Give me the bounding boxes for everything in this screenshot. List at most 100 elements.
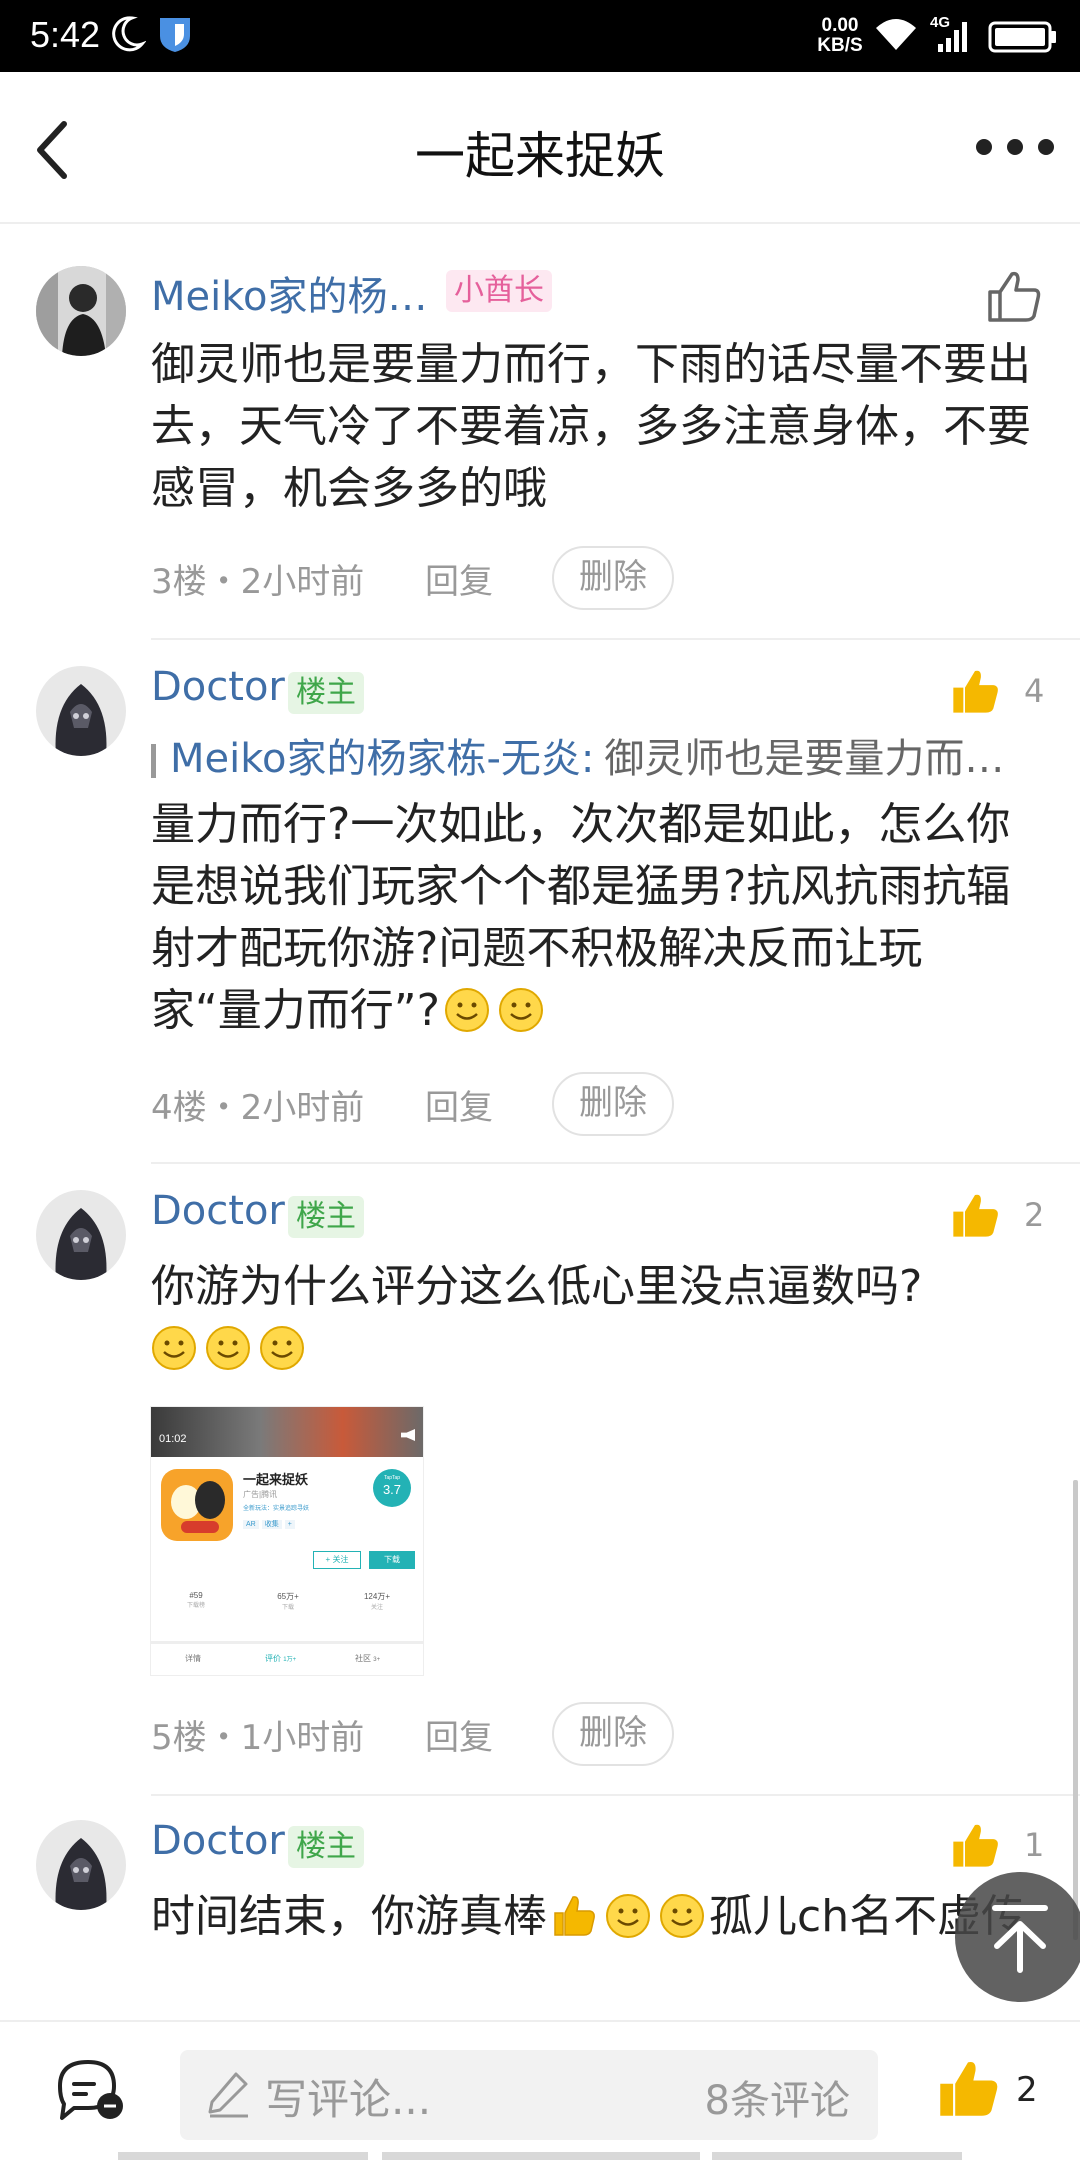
mute-icon (401, 1429, 415, 1441)
app-publisher: 广告|腾讯 (243, 1490, 278, 1499)
app-icon (161, 1469, 233, 1541)
reply-button[interactable]: 回复 (425, 1710, 493, 1759)
comment-body: 量力而行?一次如此，次次都是如此，怎么你是想说我们玩家个个都是猛男?抗风抗雨抗辐… (151, 794, 1031, 1042)
comment-body-text: 你游为什么评分这么低心里没点逼数吗? (151, 1261, 923, 1312)
arrow-up-icon (992, 1905, 1048, 1973)
avatar-image (36, 266, 126, 356)
avatar-image (36, 666, 126, 756)
smile-emoji-icon (152, 1326, 196, 1370)
comment-body-text: 时间结束，你游真棒 (151, 1891, 547, 1942)
thumbs-up-filled-icon (953, 1824, 998, 1867)
delete-button[interactable]: 删除 (552, 546, 674, 610)
thumbs-up-filled-icon (953, 1194, 998, 1237)
stat-label: 下载榜 (186, 1603, 205, 1609)
nav-bar-segments (0, 2152, 1080, 2160)
like-count: 2 (1024, 1196, 1045, 1234)
floor-time: 4楼・2小时前 (151, 1088, 365, 1128)
comment-body: 时间结束，你游真棒 孤儿ch名不虚传 (151, 1886, 1031, 1948)
status-bar: 5:42 0.00 KB/S 4G (0, 0, 1080, 72)
tab-details: 详情 (185, 1654, 201, 1663)
avatar[interactable] (36, 1820, 126, 1910)
floor-time: 5楼・1小时前 (151, 1718, 365, 1758)
owner-badge: 楼主 (288, 1196, 364, 1238)
floor-time: 3楼・2小时前 (151, 562, 365, 602)
chat-bubble-icon (58, 2060, 123, 2120)
scroll-to-top-button[interactable] (955, 1872, 1080, 2002)
stat-value: #59 (189, 1591, 203, 1600)
author-name[interactable]: Doctor (151, 664, 285, 710)
thumbs-up-filled-icon (940, 2062, 998, 2116)
score-circle: TapTap 3.7 (373, 1469, 411, 1507)
quote-author: Meiko家的杨家栋-无炎: (170, 736, 595, 782)
attached-image[interactable]: 01:02 一起来捉妖 广告|腾讯 全新玩法：实景追踪寻妖 AR 收集 + TapT… (150, 1406, 424, 1676)
tag-ar: AR (243, 1520, 259, 1529)
more-button[interactable] (970, 112, 1060, 182)
quote-bar (151, 744, 156, 778)
input-placeholder: 写评论... (265, 2075, 432, 2124)
signal-icon (938, 22, 967, 52)
avatar-image (36, 1820, 126, 1910)
delete-button[interactable]: 删除 (552, 1702, 674, 1766)
thumbs-up-emoji-icon (554, 1896, 595, 1936)
smile-emoji-icon (444, 988, 489, 1032)
app-desc: 全新玩法：实景追踪寻妖 (243, 1506, 310, 1512)
like-button[interactable]: 1 (950, 1820, 1050, 1872)
score-value: 3.7 (382, 1482, 402, 1497)
delete-button[interactable]: 删除 (552, 1072, 674, 1136)
thumbs-up-filled-icon (953, 670, 998, 713)
smile-emoji-icon (660, 1894, 704, 1938)
net-speed: 0.00 KB/S (812, 16, 868, 56)
message-button[interactable] (52, 2056, 128, 2126)
reply-button[interactable]: 回复 (425, 554, 493, 603)
tab-count: 1万+ (283, 1657, 297, 1663)
tab-community: 社区 3+ (355, 1653, 380, 1664)
divider (151, 1162, 1080, 1164)
shield-icon (160, 18, 190, 52)
comment-body: 你游为什么评分这么低心里没点逼数吗? (151, 1256, 1031, 1380)
thumbs-up-outline-icon (988, 271, 1041, 322)
reply-button[interactable]: 回复 (425, 1080, 493, 1129)
author-name[interactable]: Doctor (151, 1188, 285, 1234)
score-label: TapTap (383, 1475, 401, 1481)
app-name: 一起来捉妖 (243, 1472, 309, 1487)
stat-label: 下载 (281, 1605, 294, 1611)
tag-plus: + (284, 1520, 295, 1529)
owner-badge: 楼主 (288, 672, 364, 714)
like-button[interactable] (984, 266, 1044, 326)
tag-collect: 收集 (261, 1520, 282, 1529)
scrollbar[interactable] (1073, 1480, 1078, 1940)
smile-emoji-icon (606, 1894, 650, 1938)
net-speed-value: 0.00 (821, 15, 859, 36)
rank-badge: 小酋长 (446, 270, 552, 312)
like-count: 4 (1024, 672, 1045, 710)
like-button[interactable]: 4 (950, 666, 1050, 718)
comment-input[interactable]: 写评论... 8条评论 (180, 2050, 878, 2140)
tab-label: 评价 (265, 1654, 281, 1663)
like-count: 1 (1024, 1826, 1045, 1864)
app-tags: AR 收集 + (243, 1519, 295, 1529)
like-button[interactable] (936, 2056, 1056, 2126)
tab-count: 3+ (373, 1657, 381, 1663)
comment-body-text: 量力而行?一次如此，次次都是如此，怎么你是想说我们玩家个个都是猛男?抗风抗雨抗辐… (151, 799, 1011, 1036)
like-count: 2 (1016, 2070, 1038, 2110)
comment-count[interactable]: 8条评论 (705, 2068, 850, 2126)
author-name[interactable]: Doctor (151, 1818, 285, 1864)
smile-emoji-icon (206, 1326, 250, 1370)
wifi-icon (876, 19, 916, 50)
status-time: 5:42 (30, 14, 101, 55)
avatar[interactable] (36, 266, 126, 356)
divider (151, 638, 1080, 640)
quoted-reply[interactable]: Meiko家的杨家栋-无炎: 御灵师也是要量力而… (151, 726, 1021, 784)
battery-icon (988, 21, 1056, 53)
comment-body: 御灵师也是要量力而行，下雨的话尽量不要出去，天气冷了不要着凉，多多注意身体，不要… (151, 339, 1031, 514)
stat-label: 关注 (370, 1605, 383, 1611)
avatar[interactable] (36, 666, 126, 756)
like-button[interactable]: 2 (950, 1190, 1050, 1242)
divider (151, 1794, 1080, 1796)
net-speed-unit: KB/S (817, 35, 863, 56)
author-name[interactable]: Meiko家的杨… (151, 264, 427, 322)
video-bar: 01:02 (151, 1407, 423, 1457)
moon-icon (112, 16, 146, 52)
avatar[interactable] (36, 1190, 126, 1280)
download-button: 下载 (369, 1551, 415, 1569)
